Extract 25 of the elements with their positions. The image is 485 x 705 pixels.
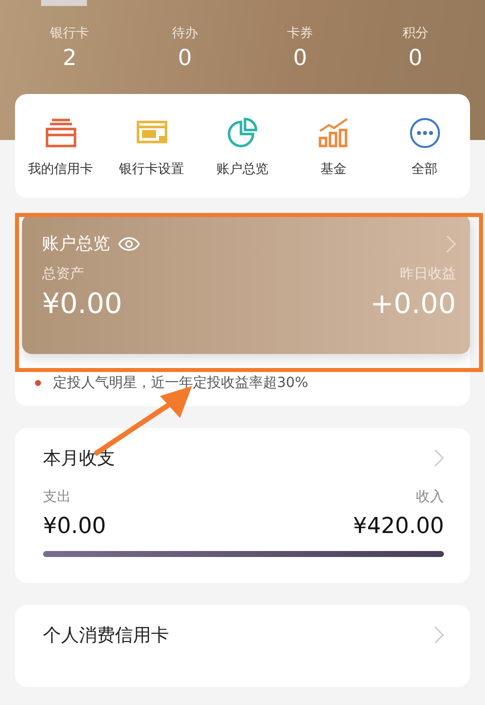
chevron-right-icon — [434, 449, 444, 467]
header-image — [41, 0, 87, 6]
stat-item[interactable]: 卡券 0 — [242, 24, 358, 71]
income-label: 收入 — [416, 488, 444, 506]
bullet-dot — [35, 380, 41, 386]
eye-icon[interactable] — [118, 236, 140, 250]
promo-text[interactable]: 定投人气明星，近一年定投收益率超30% — [53, 374, 308, 392]
account-title: 账户总览 — [42, 233, 110, 255]
income-value: ¥420.00 — [353, 514, 444, 539]
yesterday-earnings-value: +0.00 — [370, 287, 456, 320]
credit-card-section[interactable]: 个人消费信用卡 — [15, 605, 470, 687]
shortcut-item[interactable]: 全部 — [379, 116, 470, 178]
expense-label: 支出 — [43, 488, 71, 506]
stat-item[interactable]: 积分 0 — [358, 24, 473, 71]
expense-value: ¥0.00 — [43, 514, 106, 539]
total-assets-value: ¥0.00 — [42, 287, 122, 320]
chevron-right-icon — [446, 234, 456, 252]
shortcut-item[interactable]: 账户总览 — [197, 116, 288, 178]
chevron-right-icon — [434, 626, 444, 644]
credit-card-title: 个人消费信用卡 — [43, 624, 169, 647]
yesterday-earnings-label: 昨日收益 — [400, 265, 456, 283]
shortcut-item[interactable]: 基金 — [288, 116, 379, 178]
total-assets-label: 总资产 — [42, 265, 84, 283]
shortcut-item[interactable]: 银行卡设置 — [106, 116, 197, 178]
shortcut-item[interactable]: 我的信用卡 — [15, 116, 106, 178]
